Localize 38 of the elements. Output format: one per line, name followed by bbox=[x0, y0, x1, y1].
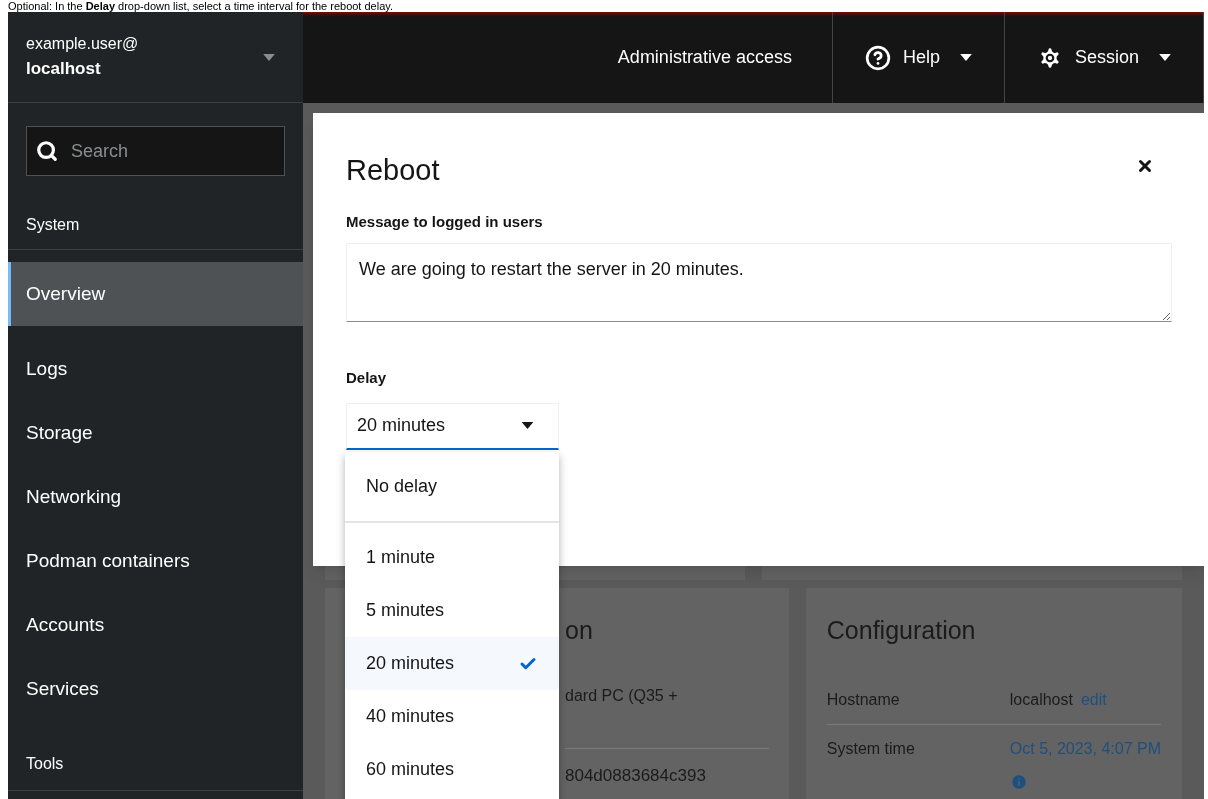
caret-icon bbox=[521, 422, 534, 429]
dialog-title: Reboot bbox=[346, 153, 440, 188]
search-field[interactable]: Search bbox=[26, 126, 285, 176]
field-label: Delay bbox=[346, 368, 388, 388]
close-icon bbox=[1136, 157, 1154, 175]
caret-icon bbox=[959, 54, 972, 61]
delay-option[interactable]: 5 minutes bbox=[345, 584, 559, 637]
nav-item[interactable]: Storage bbox=[8, 401, 303, 465]
card-title: Configuration bbox=[826, 615, 977, 646]
caret-icon bbox=[1159, 54, 1171, 61]
delay-option[interactable]: 40 minutes bbox=[345, 690, 559, 743]
nav-item[interactable]: Services bbox=[8, 657, 303, 721]
nav-item[interactable]: Podman containers bbox=[8, 529, 303, 593]
search-icon bbox=[36, 140, 58, 162]
delay-option[interactable]: No delay bbox=[345, 460, 559, 513]
message-field[interactable]: We are going to restart the server in 20 minutes. bbox=[346, 243, 1172, 322]
caption-text: Optional: In the Delay drop-down list, select a time interval for the reboot delay. bbox=[8, 0, 394, 12]
field-label: Hostname bbox=[826, 689, 901, 710]
delay-option[interactable]: 1 minute bbox=[345, 531, 559, 584]
user-name: example.user@ bbox=[26, 34, 139, 55]
caret-icon bbox=[263, 53, 275, 61]
nav-item[interactable]: Logs bbox=[8, 337, 303, 401]
delay-option[interactable]: 20 minutes bbox=[345, 637, 559, 690]
nav-item[interactable]: Accounts bbox=[8, 593, 303, 657]
delay-option[interactable]: 60 minutes bbox=[345, 743, 559, 796]
help-icon bbox=[864, 44, 891, 71]
nav-item[interactable]: Overview bbox=[8, 262, 303, 326]
host-switcher[interactable]: example.user@ localhost bbox=[8, 12, 303, 103]
field-value: localhost bbox=[1009, 689, 1073, 710]
field-label: System time bbox=[826, 738, 916, 759]
nav-item[interactable]: Networking bbox=[8, 465, 303, 529]
card-title: on bbox=[565, 615, 594, 646]
card-text: dard PC (Q35 + bbox=[565, 685, 679, 706]
host-name: localhost bbox=[26, 58, 102, 81]
field-label: Message to logged in users bbox=[346, 211, 544, 232]
card-text: 804d0883684c393 bbox=[565, 764, 707, 787]
delay-select[interactable]: 20 minutes bbox=[346, 402, 559, 450]
close-button[interactable] bbox=[1136, 157, 1154, 175]
